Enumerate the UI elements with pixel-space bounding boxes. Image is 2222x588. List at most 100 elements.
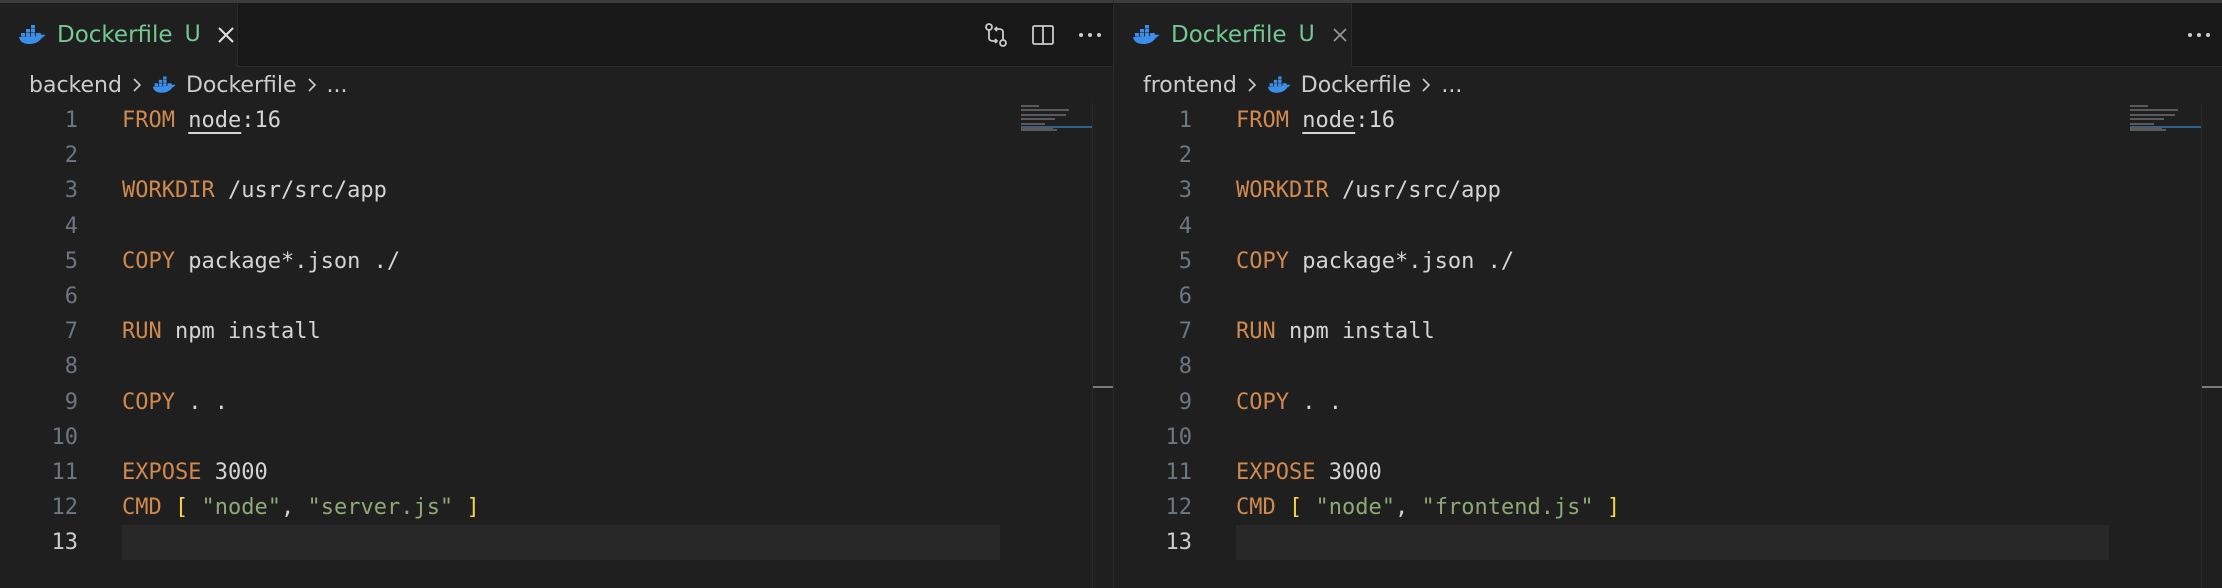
breadcrumb-folder[interactable]: backend (29, 73, 122, 98)
line-number: 2 (1178, 143, 1192, 169)
code-line[interactable]: EXPOSE 3000 (122, 455, 1000, 490)
line-number: 5 (1178, 248, 1192, 274)
close-icon[interactable] (1329, 21, 1351, 49)
code-line[interactable] (1236, 209, 2109, 244)
scrollbar-cursor-marker (2202, 386, 2222, 388)
code-line[interactable] (1236, 349, 2109, 384)
editor-actions (972, 3, 1113, 66)
breadcrumb-symbols[interactable]: ... (1441, 73, 1462, 98)
tab-label: Dockerfile (57, 21, 173, 48)
code-line[interactable] (122, 279, 1000, 314)
string-literal: "server.js" (307, 495, 454, 521)
bracket-open: [ (1289, 495, 1303, 521)
code-line[interactable] (122, 420, 1000, 455)
code-editor[interactable]: 1 2 3 4 5 6 7 8 9 10 11 12 13 FROM node:16 WORKDIR /u… (1114, 103, 2222, 588)
editor-actions (2175, 3, 2222, 66)
image-name[interactable]: node (1302, 108, 1355, 133)
compare-changes-icon[interactable] (972, 3, 1019, 66)
chevron-right-icon (128, 75, 146, 95)
code-lines[interactable]: FROM node:16 WORKDIR /usr/src/app COPY pac… (1236, 103, 2109, 561)
vertical-scrollbar[interactable] (2201, 103, 2222, 588)
line-number: 9 (64, 389, 78, 415)
code-line[interactable]: COPY . . (1236, 385, 2109, 420)
code-line[interactable] (1236, 525, 2109, 561)
chevron-right-icon (1243, 75, 1261, 95)
minimap[interactable] (2130, 103, 2202, 588)
code-editor[interactable]: 1 2 3 4 5 6 7 8 9 10 11 12 13 FROM node:16 WORKDIR /u… (0, 103, 1113, 588)
instruction-args: . . (1288, 389, 1342, 415)
more-actions-icon[interactable] (1066, 3, 1113, 66)
line-number: 2 (64, 143, 78, 169)
line-number: 3 (1178, 178, 1192, 204)
close-icon[interactable] (215, 21, 237, 49)
code-line[interactable]: COPY . . (122, 385, 1000, 420)
dockerfile-keyword: WORKDIR (1236, 178, 1329, 204)
git-status-badge: U (184, 22, 201, 47)
tab-bar: Dockerfile U (0, 3, 1113, 67)
code-line[interactable]: CMD [ "node", "server.js" ] (122, 490, 1000, 525)
code-line[interactable]: RUN npm install (1236, 314, 2109, 349)
code-line[interactable]: WORKDIR /usr/src/app (1236, 173, 2109, 208)
code-line[interactable] (1236, 420, 2109, 455)
chevron-right-icon (303, 75, 321, 95)
tab-bar: Dockerfile U (1114, 3, 2222, 67)
minimap-line (1021, 105, 1039, 107)
code-line[interactable] (122, 349, 1000, 384)
instruction-args: 3000 (1315, 459, 1382, 485)
code-line[interactable]: RUN npm install (122, 314, 1000, 349)
minimap-line (2130, 113, 2176, 116)
dockerfile-keyword: COPY (1236, 389, 1289, 415)
dockerfile-keyword: CMD (122, 495, 162, 521)
instruction-args: 3000 (201, 459, 268, 485)
line-number: 5 (64, 248, 78, 274)
more-actions-icon[interactable] (2175, 3, 2222, 66)
line-number: 1 (64, 108, 78, 133)
instruction-args: package*.json ./ (174, 248, 401, 274)
docker-icon (18, 24, 46, 46)
code-line[interactable] (1236, 279, 2109, 314)
code-lines[interactable]: FROM node:16 WORKDIR /usr/src/app COPY pac… (122, 103, 1000, 561)
dockerfile-keyword: RUN (122, 319, 162, 345)
line-number: 12 (1165, 495, 1193, 521)
code-line[interactable]: WORKDIR /usr/src/app (122, 173, 1000, 208)
line-number: 6 (64, 283, 78, 309)
image-tag: :16 (241, 108, 281, 133)
code-line[interactable]: COPY package*.json ./ (1236, 244, 2109, 279)
line-number: 13 (1165, 530, 1193, 556)
split-editor-icon[interactable] (1019, 3, 1066, 66)
dockerfile-keyword: CMD (1236, 495, 1276, 521)
line-number: 7 (64, 319, 78, 345)
minimap-line (1021, 109, 1069, 112)
code-line[interactable]: FROM node:16 (1236, 103, 2109, 138)
string-literal: "frontend.js" (1421, 495, 1594, 521)
minimap[interactable] (1021, 103, 1093, 588)
dockerfile-keyword: COPY (122, 248, 175, 274)
code-line[interactable] (122, 209, 1000, 244)
breadcrumb-file[interactable]: Dockerfile (1301, 73, 1412, 98)
line-number: 3 (64, 178, 78, 204)
breadcrumb-folder[interactable]: frontend (1143, 73, 1237, 98)
chevron-right-icon (1417, 75, 1435, 95)
code-line[interactable]: COPY package*.json ./ (122, 244, 1000, 279)
tab-dockerfile[interactable]: Dockerfile U (0, 3, 238, 67)
code-line[interactable]: EXPOSE 3000 (1236, 455, 2109, 490)
scrollbar-cursor-marker (1093, 386, 1113, 388)
editor-area: Dockerfile U backend Dockerfile ... 1 2 … (0, 0, 2222, 588)
instruction-args: npm install (1275, 319, 1435, 345)
code-line[interactable] (1236, 138, 2109, 173)
vertical-scrollbar[interactable] (1092, 103, 1113, 588)
docker-icon (1267, 75, 1293, 95)
code-line[interactable]: CMD [ "node", "frontend.js" ] (1236, 490, 2109, 525)
image-name[interactable]: node (188, 108, 241, 133)
line-number: 11 (51, 459, 79, 485)
code-line[interactable]: FROM node:16 (122, 103, 1000, 138)
tab-dockerfile[interactable]: Dockerfile U (1114, 3, 1352, 67)
dockerfile-keyword: COPY (122, 389, 175, 415)
breadcrumb-symbols[interactable]: ... (327, 73, 348, 98)
breadcrumb-file[interactable]: Dockerfile (186, 73, 297, 98)
code-line[interactable] (122, 525, 1000, 561)
dockerfile-keyword: FROM (1236, 108, 1289, 133)
line-number: 1 (1178, 108, 1192, 133)
minimap-line (2130, 109, 2178, 112)
code-line[interactable] (122, 138, 1000, 173)
